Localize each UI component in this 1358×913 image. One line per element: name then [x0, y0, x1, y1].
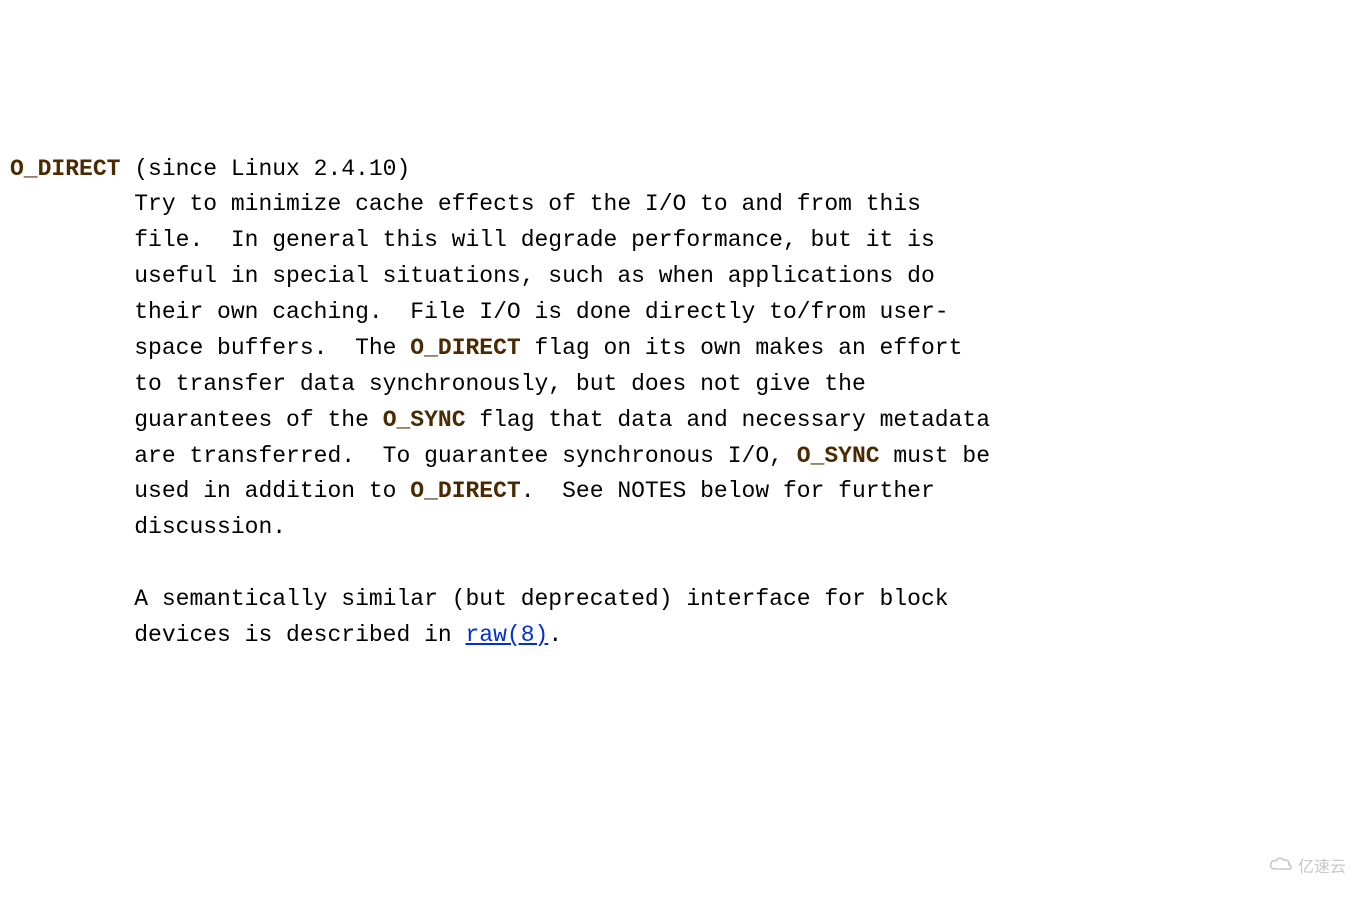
manpage-body: O_DIRECT (since Linux 2.4.10) Try to min…	[10, 152, 1348, 654]
watermark: 亿速云	[1250, 830, 1346, 907]
since-label: (since Linux 2.4.10)	[120, 156, 410, 182]
cloud-icon	[1250, 830, 1294, 907]
keyword-o-sync: O_SYNC	[383, 407, 466, 433]
keyword-o-direct: O_DIRECT	[410, 335, 520, 361]
term-o-direct: O_DIRECT	[10, 156, 120, 182]
watermark-text: 亿速云	[1298, 856, 1346, 881]
keyword-o-sync: O_SYNC	[797, 443, 880, 469]
link-raw-8[interactable]: raw(8)	[466, 622, 549, 648]
keyword-o-direct: O_DIRECT	[410, 478, 520, 504]
desc-text: .	[548, 622, 562, 648]
